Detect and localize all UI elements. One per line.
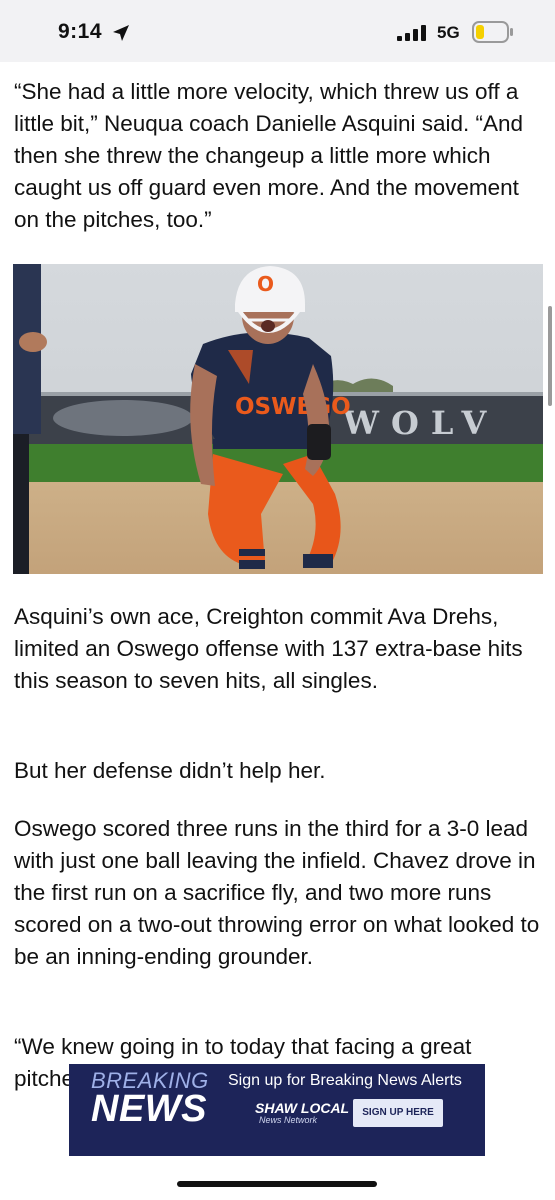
helmet-letter: O (257, 272, 274, 296)
softball-player-image: WOLV OSWEGO O (13, 264, 543, 574)
scroll-indicator[interactable] (548, 306, 552, 406)
wall-text: WOLV (342, 404, 498, 442)
sign-up-button[interactable]: SIGN UP HERE (353, 1099, 443, 1127)
status-bar: 9:14 5G (0, 0, 555, 62)
article-paragraph: But her defense didn’t help her. (14, 758, 326, 783)
ad-news-text: NEWS (91, 1088, 207, 1130)
article-photo: WOLV OSWEGO O (13, 264, 543, 574)
home-indicator[interactable] (177, 1181, 377, 1187)
network-type: 5G (437, 23, 460, 42)
ad-brand-logo: SHAW LOCAL (255, 1100, 350, 1116)
location-arrow-icon (113, 25, 129, 41)
breaking-news-ad-banner[interactable]: BREAKING NEWS Sign up for Breaking News … (69, 1064, 485, 1156)
ad-tagline: Sign up for Breaking News Alerts (228, 1072, 462, 1089)
ad-brand-subtitle: News Network (259, 1115, 318, 1125)
article-paragraph: Oswego scored three runs in the third fo… (14, 816, 540, 969)
status-time: 9:14 (58, 20, 103, 43)
jersey-text: OSWEGO (235, 394, 351, 420)
battery-icon (472, 21, 513, 43)
signal-bars-icon (397, 25, 426, 41)
article-paragraph: “She had a little more velocity, which t… (14, 79, 524, 232)
article-paragraph: Asquini’s own ace, Creighton commit Ava … (14, 604, 523, 693)
